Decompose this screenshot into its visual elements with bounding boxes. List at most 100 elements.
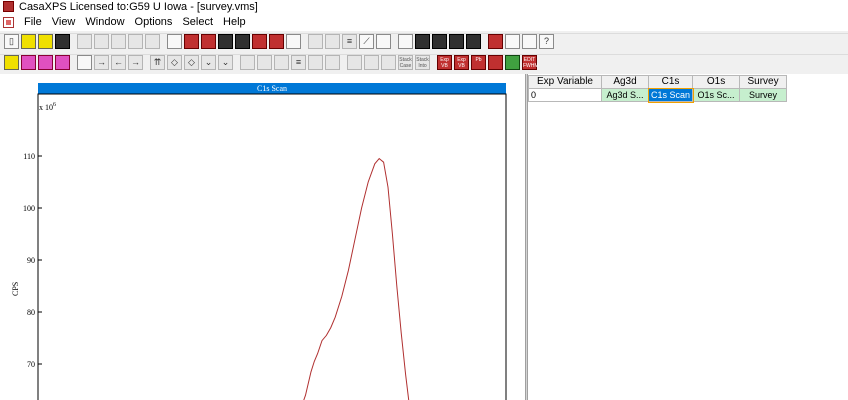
spectrum-dark-button[interactable]: [218, 34, 233, 49]
grid-cell-c1s[interactable]: C1s Scan: [647, 87, 694, 103]
regions-button[interactable]: [257, 55, 272, 70]
spectrum-plot[interactable]: x 106 CPS 70 80 90 100 110: [0, 74, 525, 400]
report-button[interactable]: [286, 34, 301, 49]
grid-row-label[interactable]: 0: [528, 88, 602, 102]
frame-2-button[interactable]: [325, 55, 340, 70]
spectrum-red-button[interactable]: [184, 34, 199, 49]
toolbox-icon: [489, 35, 502, 48]
grid-cell-survey[interactable]: Survey: [739, 88, 788, 102]
paste-icon: [112, 35, 125, 48]
open-folder-button[interactable]: [38, 34, 53, 49]
toolbar-main: ▯ ≡ ⟋?: [0, 32, 848, 52]
stack-label: Stack Case: [399, 57, 412, 69]
menu-item-window[interactable]: Window: [80, 14, 129, 31]
overlay-button[interactable]: [325, 34, 340, 49]
layout-button[interactable]: ≡: [291, 55, 306, 70]
zoom-button[interactable]: [522, 34, 537, 49]
help-button[interactable]: ?: [539, 34, 554, 49]
stack-button[interactable]: Stack Case: [398, 55, 413, 70]
toolbar-spectrum: → ← → ⇈ ◇ ◇ ⌄ ⌄ ≡ Stack Case Stack Into Exp VB Exp V…: [0, 53, 848, 73]
exp-vb-label: Exp VB: [440, 57, 449, 69]
arrow-left-bar-icon: ←: [114, 57, 123, 67]
spectrum-dark-2-icon: [236, 35, 249, 48]
grid-purple-icon: [56, 56, 69, 69]
display-2-button[interactable]: [432, 34, 447, 49]
arrow-left-bar-button[interactable]: ←: [111, 55, 126, 70]
grid-header-o1s[interactable]: O1s: [692, 75, 741, 89]
grid-header-c1s[interactable]: C1s: [647, 75, 694, 89]
y-axis-ticks: 70 80 90 100 110: [23, 152, 42, 369]
list-button[interactable]: ≡: [342, 34, 357, 49]
display-button[interactable]: [415, 34, 430, 49]
stack-into-button[interactable]: Stack Into: [415, 55, 430, 70]
display-3-button[interactable]: [449, 34, 464, 49]
new-button[interactable]: ▯: [4, 34, 19, 49]
yellow-frame-button[interactable]: [4, 55, 19, 70]
bg-button[interactable]: [347, 55, 362, 70]
grid-pink-button[interactable]: [21, 55, 36, 70]
arrow-right-bar-icon: →: [97, 57, 106, 67]
spectrum-page-button[interactable]: [77, 55, 92, 70]
y-tick-label: 90: [27, 256, 35, 265]
pb-button[interactable]: Pb: [471, 55, 486, 70]
tile-button[interactable]: [308, 34, 323, 49]
calculator-button[interactable]: [398, 34, 413, 49]
scale-center-icon: ◇: [171, 57, 178, 67]
page-button[interactable]: [505, 34, 520, 49]
arrow-right-bar-button[interactable]: →: [94, 55, 109, 70]
print-button[interactable]: [167, 34, 182, 49]
scale-fit-button[interactable]: ◇: [184, 55, 199, 70]
exp-vb-button[interactable]: Exp VB: [437, 55, 452, 70]
merge-button[interactable]: [505, 55, 520, 70]
lock-button[interactable]: [466, 34, 481, 49]
menu-item-options[interactable]: Options: [130, 14, 178, 31]
menu-item-help[interactable]: Help: [218, 14, 251, 31]
scale-up-button[interactable]: ⇈: [150, 55, 165, 70]
compare-button[interactable]: [364, 55, 379, 70]
grid-header-survey[interactable]: Survey: [739, 75, 788, 89]
copy-block-button[interactable]: [94, 34, 109, 49]
scale-down-2-button[interactable]: ⌄: [218, 55, 233, 70]
save-button[interactable]: [55, 34, 70, 49]
menu-item-view[interactable]: View: [47, 14, 81, 31]
grid-header-ag3d[interactable]: Ag3d: [601, 75, 649, 89]
plot-pane[interactable]: C1s Scan x 106 CPS 70 80 90 100 110: [0, 74, 525, 400]
settings-list-button[interactable]: [381, 55, 396, 70]
toolbox-button[interactable]: [488, 34, 503, 49]
overlay-icon: [326, 35, 339, 48]
frame-button[interactable]: [308, 55, 323, 70]
grid-purple-button[interactable]: [55, 55, 70, 70]
annotate-button[interactable]: [376, 34, 391, 49]
spectrum-red-3-icon: [253, 35, 266, 48]
menu-item-file[interactable]: File: [19, 14, 47, 31]
spectrum-red-2-button[interactable]: [201, 34, 216, 49]
components-button[interactable]: [240, 55, 255, 70]
menu-item-select[interactable]: Select: [177, 14, 218, 31]
bg-icon: [348, 56, 361, 69]
scale-center-button[interactable]: ◇: [167, 55, 182, 70]
open-button[interactable]: [21, 34, 36, 49]
scale-down-button[interactable]: ⌄: [201, 55, 216, 70]
wand-button[interactable]: ⟋: [359, 34, 374, 49]
grid-dark-button[interactable]: [38, 55, 53, 70]
exp-vb-2-button[interactable]: Exp VB: [454, 55, 469, 70]
peak-fit-button[interactable]: [274, 55, 289, 70]
grid-cell-ag3d[interactable]: Ag3d S...: [601, 88, 649, 102]
paste-block-button[interactable]: [128, 34, 143, 49]
grid-header-exp-variable[interactable]: Exp Variable: [528, 75, 602, 89]
spectrum-red-3-button[interactable]: [252, 34, 267, 49]
pointer-button[interactable]: [488, 55, 503, 70]
peak-fit-icon: [275, 56, 288, 69]
copy-button[interactable]: [77, 34, 92, 49]
grid-cell-o1s[interactable]: O1s Sc...: [692, 88, 741, 102]
arrow-right-button[interactable]: →: [128, 55, 143, 70]
pb-label: Pb: [475, 57, 482, 63]
spectrum-dark-2-button[interactable]: [235, 34, 250, 49]
clipboard-button[interactable]: [145, 34, 160, 49]
spectrum-red-4-button[interactable]: [269, 34, 284, 49]
stack-into-label: Stack Into: [416, 57, 429, 69]
document-icon[interactable]: [3, 17, 14, 28]
annotate-icon: [377, 35, 390, 48]
edit-fwhm-button[interactable]: EDIT FWHM: [522, 55, 539, 70]
paste-button[interactable]: [111, 34, 126, 49]
